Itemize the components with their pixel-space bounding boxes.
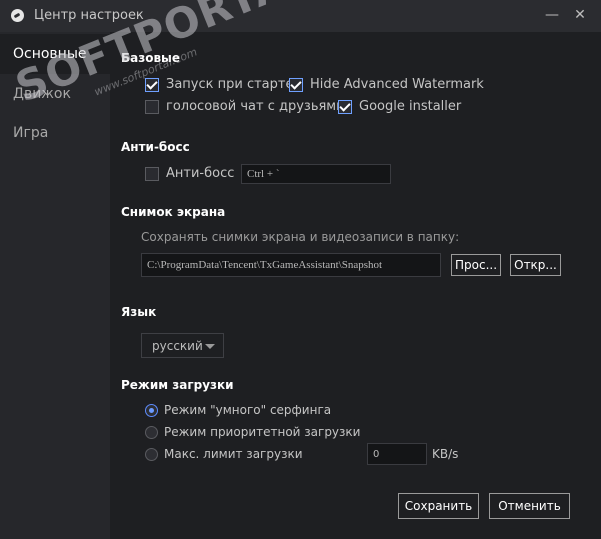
voice-chat-label: голосовой чат с друзьями: [166, 99, 345, 114]
browse-button[interactable]: Прос...: [451, 254, 501, 276]
autostart-label: Запуск при старте: [166, 77, 294, 92]
autostart-checkbox[interactable]: [145, 78, 159, 92]
screenshot-description: Сохранять снимки экрана и видеозаписи в …: [141, 230, 460, 244]
sidebar-item-engine[interactable]: Движок: [0, 74, 110, 114]
open-folder-button[interactable]: Откр...: [510, 254, 561, 276]
language-selected-value: русский: [152, 338, 203, 353]
cancel-button[interactable]: Отменить: [489, 493, 570, 519]
antiboss-checkbox[interactable]: [145, 167, 159, 181]
section-title-basic: Базовые: [121, 51, 181, 65]
sidebar-item-game[interactable]: Игра: [0, 113, 110, 153]
language-select[interactable]: русский: [141, 333, 224, 358]
section-title-language: Язык: [121, 305, 157, 319]
radio-max-limit[interactable]: [145, 448, 158, 461]
google-installer-checkbox[interactable]: [338, 100, 352, 114]
voice-chat-checkbox[interactable]: [145, 100, 159, 114]
antiboss-hotkey-field[interactable]: Ctrl + `: [241, 164, 391, 184]
section-title-antiboss: Анти-босс: [121, 140, 190, 154]
window-title: Центр настроек: [34, 8, 144, 23]
app-logo-icon: [11, 9, 24, 22]
download-limit-input[interactable]: 0: [367, 443, 427, 465]
antiboss-label: Анти-босс: [166, 166, 235, 181]
radio-smart-surf-label: Режим "умного" серфинга: [164, 403, 332, 417]
section-title-screenshot: Снимок экрана: [121, 205, 226, 219]
download-limit-unit: KB/s: [432, 447, 459, 461]
save-button[interactable]: Сохранить: [398, 493, 479, 519]
chevron-down-icon: [205, 344, 215, 349]
minimize-icon[interactable]: —: [545, 7, 559, 23]
hide-watermark-checkbox[interactable]: [289, 78, 303, 92]
radio-max-limit-label: Макс. лимит загрузки: [164, 447, 303, 461]
radio-smart-surf[interactable]: [145, 404, 158, 417]
snapshot-path-field[interactable]: C:\ProgramData\Tencent\TxGameAssistant\S…: [141, 253, 441, 277]
close-icon[interactable]: ✕: [573, 7, 587, 23]
radio-priority-download-label: Режим приоритетной загрузки: [164, 425, 361, 439]
hide-watermark-label: Hide Advanced Watermark: [310, 77, 484, 92]
radio-priority-download[interactable]: [145, 426, 158, 439]
sidebar-item-general[interactable]: Основные: [0, 34, 110, 74]
section-title-download: Режим загрузки: [121, 378, 234, 392]
google-installer-label: Google installer: [359, 99, 462, 114]
